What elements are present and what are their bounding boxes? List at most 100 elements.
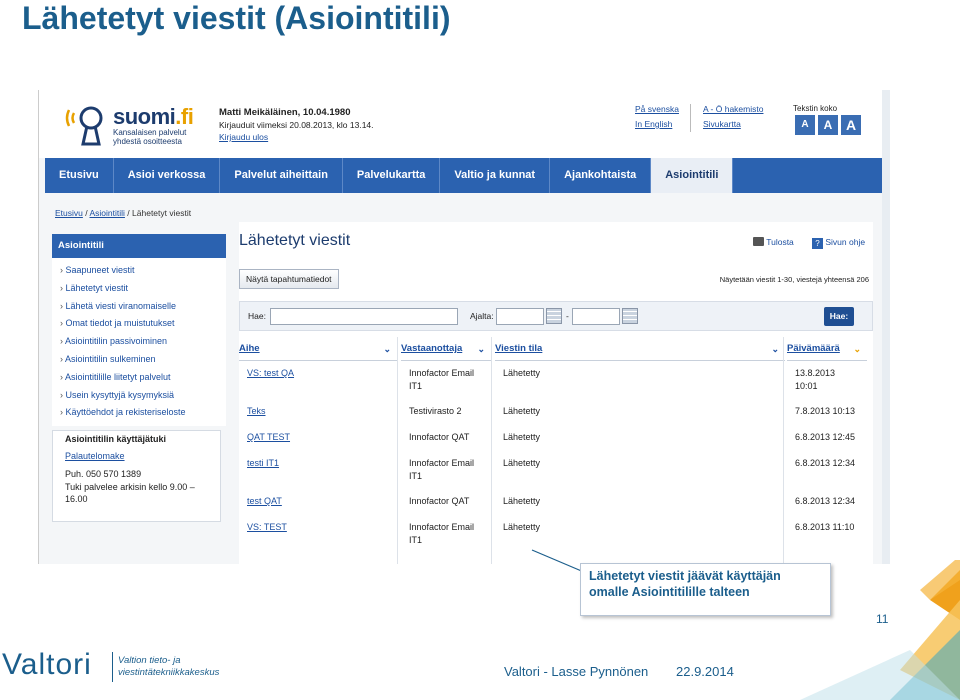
- row-date: 6.8.2013 12:45: [795, 432, 856, 442]
- row-subject[interactable]: testi IT1: [247, 457, 279, 470]
- breadcrumb-current: Lähetetyt viestit: [132, 208, 192, 218]
- sidebar-item-kayttoehdot[interactable]: Käyttöehdot ja rekisteriseloste: [52, 404, 226, 422]
- print-link[interactable]: Tulosta: [753, 237, 794, 247]
- nav-etusivu[interactable]: Etusivu: [45, 158, 114, 193]
- row-status: Lähetetty: [503, 522, 541, 532]
- support-title: Asiointitilin käyttäjätuki: [65, 434, 167, 444]
- user-info: Matti Meikäläinen, 10.04.1980 Kirjauduit…: [219, 106, 374, 143]
- text-size-small-button[interactable]: A: [795, 115, 815, 135]
- suomi-fi-logo[interactable]: suomi.fi Kansalaisen palvelut yhdestä oso…: [65, 98, 235, 152]
- site-links: A - Ö hakemisto Sivukartta: [703, 102, 763, 132]
- calendar-to-icon[interactable]: [622, 308, 638, 324]
- sidebar-title: Asiointitili: [52, 234, 226, 258]
- row-subject[interactable]: VS: TEST: [247, 521, 287, 534]
- row-date: 6.8.2013 12:34: [795, 496, 856, 506]
- lang-en-link[interactable]: In English: [635, 117, 679, 132]
- sidebar-item-sulkeminen[interactable]: Asiointitilin sulkeminen: [52, 351, 226, 369]
- date-dash: -: [566, 311, 569, 321]
- column-header-paivamaara[interactable]: Päivämäärä ⌄: [787, 337, 867, 361]
- sidebar-item-lahetetyt[interactable]: Lähetetyt viestit: [52, 280, 226, 298]
- nav-asioi-verkossa[interactable]: Asioi verkossa: [114, 158, 221, 193]
- nav-palvelukartta[interactable]: Palvelukartta: [343, 158, 441, 193]
- search-label: Hae:: [248, 311, 266, 321]
- row-subject[interactable]: VS: test QA: [247, 367, 294, 380]
- logo-subtitle: Kansalaisen palvelut yhdestä osoitteesta: [113, 128, 187, 146]
- column-header-viestin-tila[interactable]: Viestin tila ⌄: [495, 337, 785, 361]
- row-status: Lähetetty: [503, 432, 541, 442]
- column-divider: [783, 337, 784, 564]
- logo-divider: [112, 652, 113, 682]
- sidebar-item-omat-tiedot[interactable]: Omat tiedot ja muistutukset: [52, 315, 226, 333]
- nav-palvelut-aiheittain[interactable]: Palvelut aiheittain: [220, 158, 343, 193]
- breadcrumb: Etusivu / Asiointitili / Lähetetyt viest…: [55, 208, 192, 218]
- nav-valtio-ja-kunnat[interactable]: Valtio ja kunnat: [440, 158, 551, 193]
- feedback-form-link[interactable]: Palautelomake: [65, 451, 125, 461]
- support-box: Asiointitilin käyttäjätuki Palautelomake…: [52, 430, 221, 522]
- az-index-link[interactable]: A - Ö hakemisto: [703, 102, 763, 117]
- page-help-link[interactable]: ? Sivun ohje: [812, 237, 865, 249]
- keyhole-logo-icon: [65, 106, 103, 146]
- row-subject[interactable]: QAT TEST: [247, 431, 290, 444]
- row-recipient: Innofactor QAT: [409, 496, 470, 506]
- text-size-large-button[interactable]: A: [841, 115, 861, 135]
- message-count: Näytetään viestit 1-30, viestejä yhteens…: [719, 275, 869, 284]
- nav-ajankohtaista[interactable]: Ajankohtaista: [550, 158, 652, 193]
- site-header: suomi.fi Kansalaisen palvelut yhdestä oso…: [39, 90, 890, 158]
- user-name: Matti Meikäläinen, 10.04.1980: [219, 107, 351, 118]
- screenshot-frame: suomi.fi Kansalaisen palvelut yhdestä oso…: [38, 90, 890, 564]
- breadcrumb-home[interactable]: Etusivu: [55, 208, 83, 218]
- main-content: Lähetetyt viestit Tulosta ? Sivun ohje N…: [239, 222, 873, 564]
- page-title: Lähetetyt viestit: [239, 232, 351, 249]
- row-date: 6.8.2013 12:34: [795, 458, 856, 468]
- row-subject[interactable]: Teks: [247, 405, 266, 418]
- column-header-aihe[interactable]: Aihe ⌄: [239, 337, 397, 361]
- sidebar-item-laheta-viesti[interactable]: Lähetä viesti viranomaiselle: [52, 298, 226, 316]
- row-subject[interactable]: test QAT: [247, 495, 282, 508]
- text-size-label: Tekstin koko: [793, 104, 838, 113]
- row-status: Lähetetty: [503, 458, 541, 468]
- main-nav: Etusivu Asioi verkossa Palvelut aiheitta…: [45, 158, 885, 193]
- sort-chevron-icon: ⌄: [771, 344, 779, 354]
- date-from-input[interactable]: [496, 308, 544, 325]
- column-header-vastaanottaja[interactable]: Vastaanottaja ⌄: [401, 337, 491, 361]
- sort-chevron-icon: ⌄: [477, 344, 485, 354]
- slide: Lähetetyt viestit (Asiointitili) suomi.f…: [0, 0, 960, 700]
- sidebar-menu: Saapuneet viestit Lähetetyt viestit Lähe…: [52, 258, 226, 427]
- search-button[interactable]: Hae:: [824, 307, 854, 326]
- row-recipient: Innofactor Email IT1: [409, 368, 475, 391]
- period-label: Ajalta:: [470, 311, 494, 321]
- search-input[interactable]: [270, 308, 458, 325]
- help-icon: ?: [812, 238, 823, 249]
- logout-link[interactable]: Kirjaudu ulos: [219, 132, 268, 142]
- row-recipient: Innofactor QAT: [409, 432, 470, 442]
- sidebar-item-faq[interactable]: Usein kysyttyjä kysymyksiä: [52, 387, 226, 405]
- row-recipient: Innofactor Email IT1: [409, 458, 475, 481]
- last-login: Kirjauduit viimeksi 20.08.2013, klo 13.1…: [219, 120, 374, 130]
- footer-date: 22.9.2014: [676, 664, 734, 679]
- sort-chevron-icon: ⌄: [853, 344, 861, 354]
- column-divider: [397, 337, 398, 564]
- sidebar-item-saapuneet[interactable]: Saapuneet viestit: [52, 262, 226, 280]
- sitemap-link[interactable]: Sivukartta: [703, 117, 763, 132]
- nav-asiointitili[interactable]: Asiointitili: [651, 158, 734, 193]
- date-to-input[interactable]: [572, 308, 620, 325]
- sidebar-item-liitetyt-palvelut[interactable]: Asiointitilille liitetyt palvelut: [52, 369, 226, 387]
- row-date: 6.8.2013 11:10: [795, 522, 855, 532]
- language-links: På svenska In English: [635, 102, 679, 132]
- valtori-subtitle: Valtion tieto- ja viestintätekniikkakesku…: [118, 655, 220, 678]
- row-status: Lähetetty: [503, 368, 541, 378]
- printer-icon: [753, 237, 764, 246]
- support-hours-end: 16.00: [65, 494, 88, 504]
- logo-wordmark: suomi.fi: [113, 104, 194, 129]
- calendar-from-icon[interactable]: [546, 308, 562, 324]
- text-size-medium-button[interactable]: A: [818, 115, 838, 135]
- breadcrumb-section[interactable]: Asiointitili: [90, 208, 125, 218]
- sidebar: Asiointitili Saapuneet viestit Lähetetyt…: [52, 234, 226, 427]
- support-phone: Puh. 050 570 1389: [65, 469, 142, 479]
- sort-chevron-icon: ⌄: [383, 344, 391, 354]
- show-events-button[interactable]: Näytä tapahtumatiedot: [239, 269, 339, 289]
- row-recipient: Innofactor Email IT1: [409, 522, 475, 545]
- sidebar-item-passivoiminen[interactable]: Asiointitilin passivoiminen: [52, 333, 226, 351]
- page-number: 11: [876, 612, 889, 626]
- lang-sv-link[interactable]: På svenska: [635, 102, 679, 117]
